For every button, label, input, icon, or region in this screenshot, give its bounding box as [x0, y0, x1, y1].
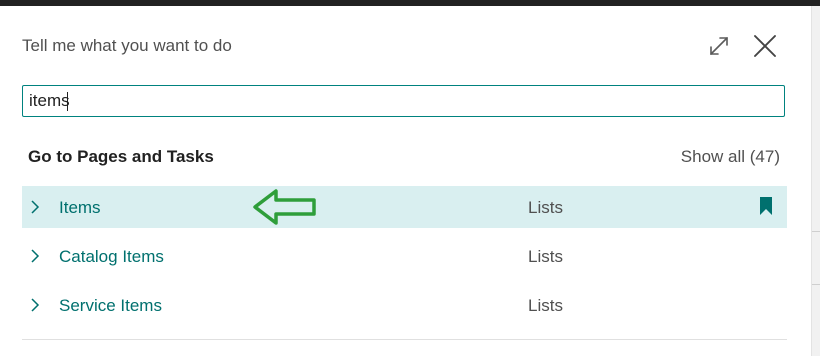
result-row-service-items[interactable]: Service Items Lists [22, 284, 787, 326]
expand-button[interactable] [706, 33, 732, 59]
chevron-right-icon [31, 298, 40, 312]
chevron-right-icon [31, 249, 40, 263]
search-input[interactable] [22, 85, 785, 117]
annotation-arrow-icon [253, 189, 316, 225]
divider [22, 339, 787, 340]
result-name[interactable]: Service Items [59, 296, 162, 316]
result-category: Lists [528, 247, 563, 266]
section-title: Go to Pages and Tasks [28, 147, 214, 166]
result-name[interactable]: Catalog Items [59, 247, 164, 267]
result-category: Lists [528, 296, 563, 315]
result-row-catalog-items[interactable]: Catalog Items Lists [22, 235, 787, 277]
show-all-link[interactable]: Show all (47) [681, 147, 780, 167]
result-row-items[interactable]: Items Lists [22, 186, 787, 228]
text-caret [67, 92, 68, 111]
result-name[interactable]: Items [59, 198, 101, 218]
background-window-edge [811, 6, 820, 356]
close-icon [754, 35, 776, 57]
bookmark-icon[interactable] [759, 196, 773, 216]
expand-diagonal-icon [710, 37, 728, 55]
close-button[interactable] [751, 32, 779, 60]
dialog-title: Tell me what you want to do [22, 36, 232, 55]
result-category: Lists [528, 198, 563, 217]
chevron-right-icon [31, 200, 40, 214]
